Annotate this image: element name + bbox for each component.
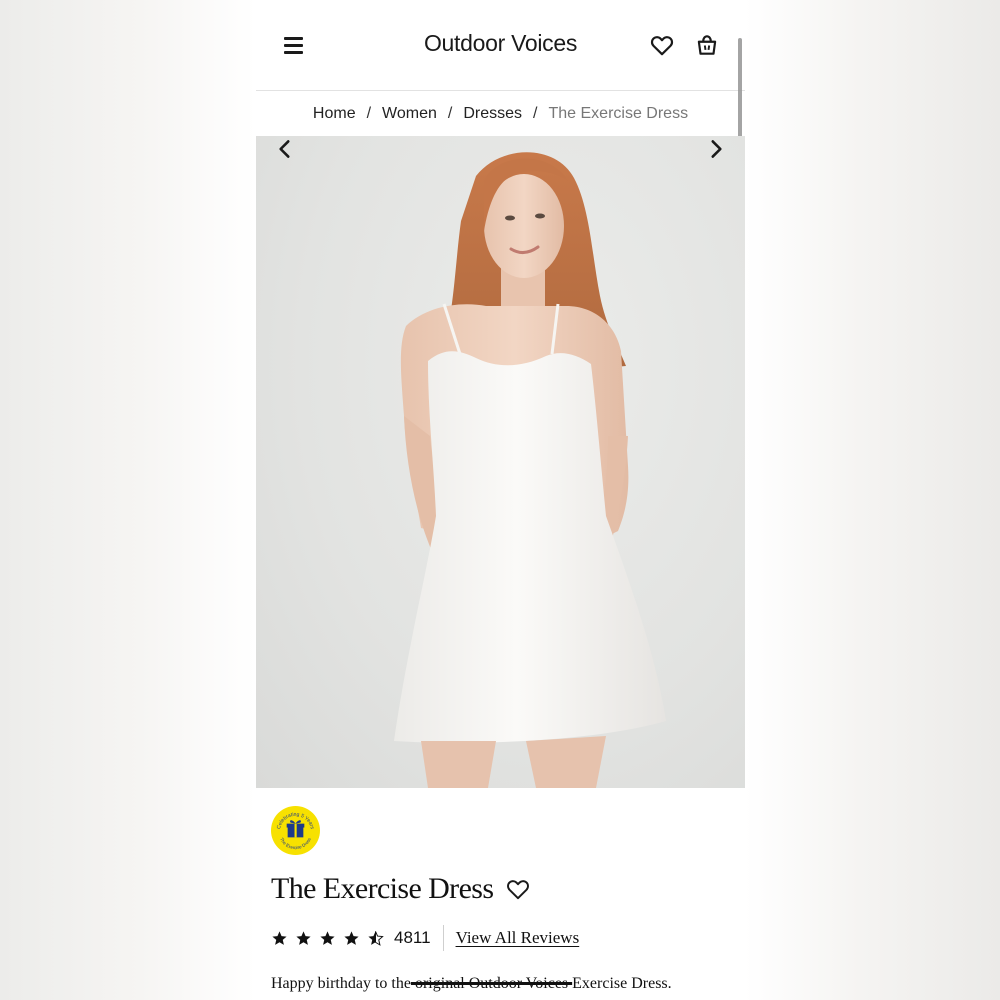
star-rating[interactable] (271, 930, 391, 947)
star-icon (272, 930, 287, 945)
shopping-bag-icon[interactable] (694, 32, 720, 58)
breadcrumb-current: The Exercise Dress (548, 104, 689, 122)
star-icon (344, 930, 359, 945)
breadcrumb-home[interactable]: Home (313, 105, 356, 123)
breadcrumb-dresses[interactable]: Dresses (463, 105, 522, 123)
description-text: Happy birthday to the (271, 975, 411, 992)
rating-row: 4811 View All Reviews (271, 925, 579, 951)
product-image-gallery[interactable] (256, 136, 745, 788)
star-icon (296, 930, 311, 945)
gift-icon (286, 820, 305, 838)
description-text-end: Exercise Dress. (572, 975, 672, 992)
review-count: 4811 (394, 928, 431, 947)
product-title-row: The Exercise Dress (271, 872, 531, 906)
star-icon (320, 930, 335, 945)
half-star-icon (368, 930, 384, 946)
wishlist-heart-icon[interactable] (505, 876, 531, 902)
heart-icon[interactable] (649, 32, 675, 58)
badge-bottom-text: The Exercise Dress (279, 836, 312, 850)
description-strikethrough: original Outdoor Voices (410, 975, 573, 992)
breadcrumb: Home / Women / Dresses / The Exercise Dr… (256, 91, 745, 136)
svg-text:The Exercise Dress: The Exercise Dress (279, 836, 312, 850)
view-all-reviews-link[interactable]: View All Reviews (456, 928, 580, 948)
phone-viewport: Outdoor Voices Home / Women / Dresses / … (256, 0, 745, 1000)
badge-graphic: Celebrating 5 Years The Exercise Dress (276, 812, 315, 850)
rating-divider (442, 925, 444, 951)
chevron-left-icon[interactable] (272, 136, 298, 162)
product-photo (394, 152, 666, 788)
chevron-right-icon[interactable] (703, 136, 729, 162)
site-header: Outdoor Voices (256, 0, 745, 168)
breadcrumb-separator: / (366, 104, 372, 122)
breadcrumb-separator: / (533, 104, 538, 122)
breadcrumb-separator: / (447, 104, 453, 122)
product-title: The Exercise Dress (271, 872, 494, 905)
product-description: Happy birthday to the original Outdoor V… (271, 975, 741, 993)
anniversary-badge: Celebrating 5 Years The Exercise Dress (271, 806, 320, 855)
breadcrumb-women[interactable]: Women (382, 105, 437, 123)
